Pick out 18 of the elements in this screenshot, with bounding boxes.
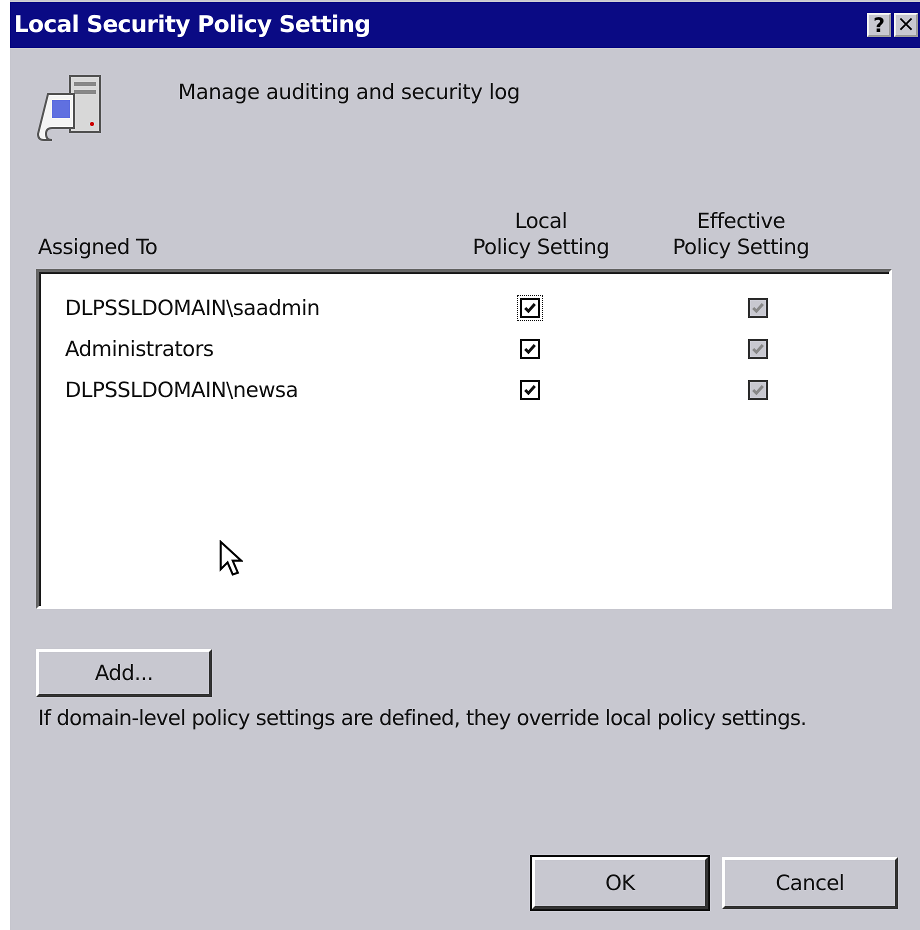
description-text: Manage auditing and security log (178, 80, 520, 104)
list-item[interactable]: DLPSSLDOMAIN\newsa (39, 378, 302, 402)
add-button[interactable]: Add... (36, 648, 212, 696)
list-item[interactable]: Administrators (39, 337, 218, 361)
cancel-button[interactable]: Cancel (722, 856, 898, 908)
note-text: If domain-level policy settings are defined, they override local policy settings. (38, 706, 808, 730)
checkbox[interactable] (517, 377, 543, 403)
checkbox[interactable] (517, 295, 543, 321)
window-title: Local Security Policy Setting (14, 12, 370, 38)
ok-button[interactable]: OK (532, 856, 708, 908)
column-header: Local Policy Setting (472, 208, 610, 260)
close-button[interactable]: × (894, 13, 918, 37)
pointer-icon (219, 540, 243, 578)
column-header: Assigned To (37, 234, 158, 260)
list-item[interactable]: DLPSSLDOMAIN\saadmin (39, 296, 324, 320)
help-button[interactable]: ? (867, 13, 891, 37)
column-header: Effective Policy Setting (672, 208, 810, 260)
checkbox[interactable] (517, 336, 543, 362)
